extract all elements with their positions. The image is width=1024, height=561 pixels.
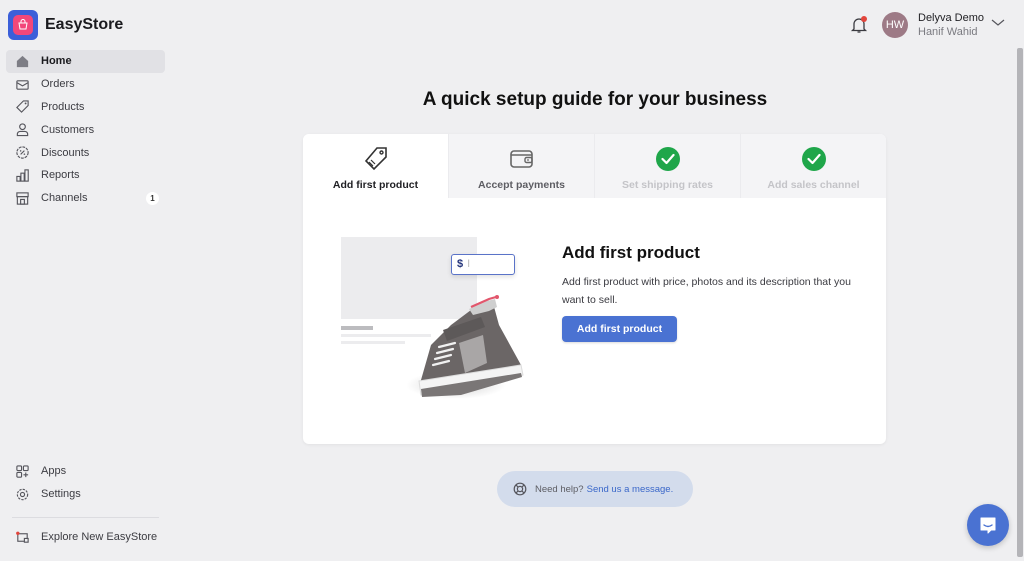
app-name: EasyStore xyxy=(45,16,124,33)
tag-icon xyxy=(362,146,390,172)
tab-set-shipping-rates[interactable]: Set shipping rates xyxy=(594,134,740,198)
sidebar-bottom-nav: Apps Settings xyxy=(6,460,165,506)
sidebar: EasyStore Home Orders Products Customers… xyxy=(0,0,172,561)
discount-icon xyxy=(14,145,30,161)
sidebar-item-apps[interactable]: Apps xyxy=(6,460,165,483)
tab-label: Set shipping rates xyxy=(621,179,714,191)
sidebar-item-reports[interactable]: Reports xyxy=(6,164,165,187)
tab-label: Accept payments xyxy=(478,179,565,191)
help-banner: Need help? Send us a message. xyxy=(497,471,693,507)
user-icon xyxy=(14,122,30,138)
notification-dot xyxy=(861,16,867,22)
chevron-down-icon[interactable] xyxy=(991,18,1005,28)
store-name[interactable]: Delyva Demo xyxy=(918,12,984,24)
dollar-sign: $ xyxy=(457,258,464,270)
send-message-link[interactable]: Send us a message. xyxy=(587,484,674,495)
explore-icon xyxy=(14,529,30,545)
illustration-text-line xyxy=(341,326,373,330)
sidebar-item-label: Settings xyxy=(41,488,81,501)
sidebar-divider xyxy=(12,517,159,518)
check-circle-icon xyxy=(801,147,826,171)
page-scrollbar[interactable] xyxy=(1017,48,1023,557)
sidebar-item-label: Apps xyxy=(41,465,67,478)
step-title: Add first product xyxy=(562,243,700,262)
help-text: Need help? xyxy=(535,483,584,495)
gear-icon xyxy=(14,486,30,502)
tab-accept-payments[interactable]: Accept payments xyxy=(448,134,594,198)
chat-launcher-button[interactable] xyxy=(967,504,1009,546)
home-icon xyxy=(14,53,30,69)
text-cursor-icon: I xyxy=(467,258,471,270)
sidebar-item-label: Channels xyxy=(41,192,88,205)
apps-icon xyxy=(14,463,30,479)
chat-icon xyxy=(980,517,996,534)
easystore-logo-icon xyxy=(8,10,38,40)
sidebar-item-channels[interactable]: Channels 1 xyxy=(6,187,165,210)
sidebar-item-label: Customers xyxy=(41,123,95,136)
step-description: Add first product with price, photos and… xyxy=(562,276,851,306)
tab-add-sales-channel[interactable]: Add sales channel xyxy=(740,134,886,198)
sidebar-item-home[interactable]: Home xyxy=(6,50,165,73)
sidebar-item-discounts[interactable]: Discounts xyxy=(6,141,165,164)
bar-chart-icon xyxy=(14,167,30,183)
sidebar-item-label: Reports xyxy=(41,169,80,182)
page-title: A quick setup guide for your business xyxy=(422,89,768,110)
sidebar-item-label: Discounts xyxy=(41,146,90,159)
sidebar-item-settings[interactable]: Settings xyxy=(6,483,165,506)
explore-new-easystore[interactable]: Explore New EasyStore xyxy=(6,526,165,549)
setup-tabs: Add first product Accept payments Set sh… xyxy=(303,134,886,198)
app-logo[interactable]: EasyStore xyxy=(8,10,123,40)
sidebar-item-explore[interactable]: Explore New EasyStore xyxy=(6,526,165,549)
lifebuoy-icon xyxy=(513,482,527,496)
user-name[interactable]: Hanif Wahid xyxy=(918,26,978,38)
avatar[interactable]: HW xyxy=(882,12,908,38)
sidebar-item-customers[interactable]: Customers xyxy=(6,118,165,141)
tab-label: Add first product xyxy=(332,179,419,191)
store-icon xyxy=(14,190,30,206)
setup-guide-card: Add first product Accept payments Set sh… xyxy=(303,134,886,444)
illustration-text-line xyxy=(341,341,405,344)
tab-label: Add sales channel xyxy=(767,179,860,191)
sidebar-nav: Home Orders Products Customers Discounts… xyxy=(6,50,165,210)
price-input-illustration: $ I xyxy=(451,254,515,275)
sidebar-item-label: Explore New EasyStore xyxy=(41,531,158,544)
wallet-icon xyxy=(509,146,535,172)
channels-count-badge: 1 xyxy=(146,191,159,205)
product-illustration: $ I xyxy=(341,237,531,407)
sidebar-item-label: Home xyxy=(41,55,72,68)
tab-add-first-product[interactable]: Add first product xyxy=(303,134,448,198)
sneaker-illustration xyxy=(406,295,524,399)
add-first-product-button[interactable]: Add first product xyxy=(562,316,677,342)
check-circle-icon xyxy=(655,147,680,171)
